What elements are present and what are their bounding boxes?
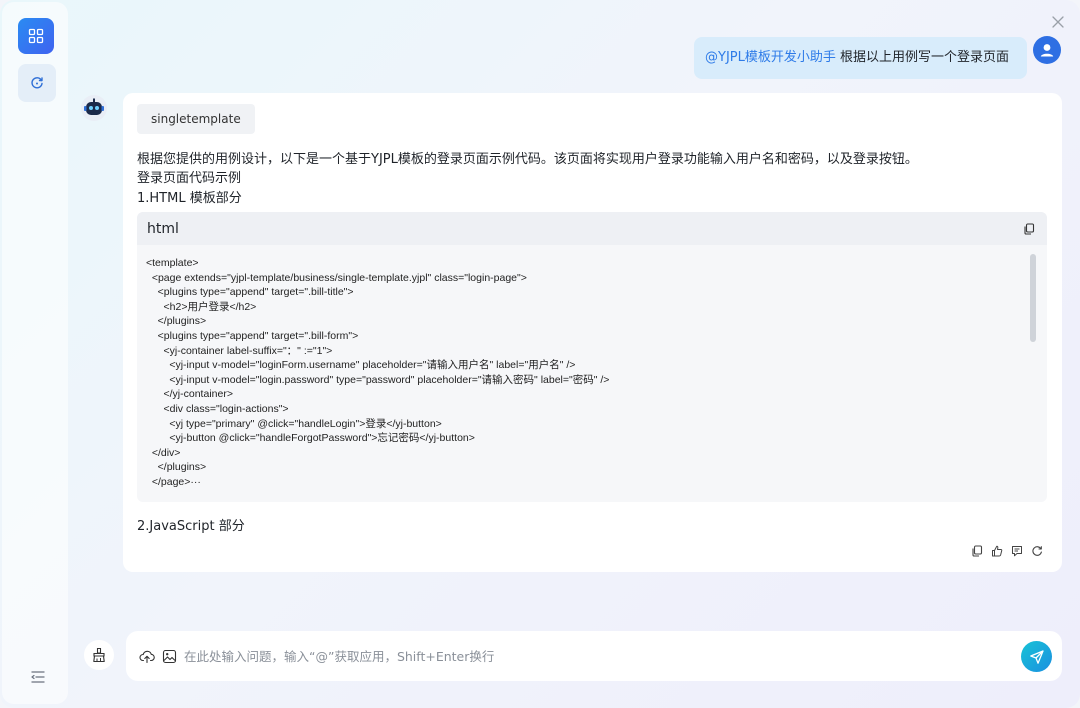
code-line: <plugins type="append" target=".bill-tit…	[146, 286, 354, 299]
close-icon[interactable]	[1050, 14, 1066, 30]
bot-message-card: singletemplate 根据您提供的用例设计，以下是一个基于YJPL模板的…	[123, 93, 1062, 572]
code-line: <yj type="primary" @click="handleLogin">…	[146, 417, 442, 430]
broom-icon[interactable]	[84, 640, 114, 670]
comment-icon[interactable]	[1010, 544, 1024, 558]
code-line: <template>	[146, 257, 199, 269]
code-content: <template> <page extends="yjpl-template/…	[146, 256, 1026, 490]
app-grid-icon[interactable]	[18, 18, 54, 54]
message-actions	[970, 544, 1044, 558]
code-line: </yj-container>	[146, 388, 233, 401]
code-line: <yj-button @click="handleForgotPassword"…	[146, 432, 475, 445]
section-js-title: 2.JavaScript 部分	[137, 519, 245, 534]
copy-icon[interactable]	[970, 544, 984, 558]
robot-icon	[80, 94, 108, 122]
user-message-text: 根据以上用例写一个登录页面	[835, 50, 1009, 65]
chat-input-box	[126, 631, 1062, 681]
code-header: html	[137, 212, 1047, 245]
code-line: <page extends="yjpl-template/business/si…	[146, 271, 527, 284]
menu-collapse-icon[interactable]	[28, 667, 48, 687]
copy-icon[interactable]	[1021, 221, 1037, 237]
cloud-upload-icon[interactable]	[139, 648, 155, 664]
code-line: <div class="login-actions">	[146, 402, 289, 415]
code-line: <yj-input v-model="loginForm.username" p…	[146, 359, 576, 372]
code-block: html <template> <page extends="yjpl-temp…	[137, 212, 1047, 502]
code-scrollbar[interactable]	[1030, 254, 1036, 342]
code-line: </div>	[146, 446, 181, 459]
code-line: <yj-container label-suffix="：" :="1">	[146, 344, 333, 357]
code-line: <plugins type="append" target=".bill-for…	[146, 329, 359, 342]
code-language: html	[147, 220, 179, 237]
thumbs-up-icon[interactable]	[990, 544, 1004, 558]
code-line: <h2>用户登录</h2>	[146, 300, 257, 313]
code-line: </page>···	[146, 475, 201, 488]
user-message-bubble: @YJPL模板开发小助手 根据以上用例写一个登录页面	[694, 37, 1027, 79]
send-icon	[1029, 649, 1044, 664]
bot-heading: 登录页面代码示例	[137, 171, 242, 186]
chat-refresh-icon[interactable]	[18, 64, 56, 102]
left-rail	[2, 2, 68, 704]
bot-intro-text: 根据您提供的用例设计，以下是一个基于YJPL模板的登录页面示例代码。该页面将实现…	[137, 152, 918, 167]
section-html-title: 1.HTML 模板部分	[137, 191, 242, 206]
code-line: </plugins>	[146, 315, 207, 328]
code-line: </plugins>	[146, 461, 207, 474]
user-icon	[1033, 36, 1061, 64]
image-icon[interactable]	[161, 648, 177, 664]
refresh-icon[interactable]	[1030, 544, 1044, 558]
send-button[interactable]	[1021, 641, 1052, 672]
template-tag[interactable]: singletemplate	[137, 104, 255, 134]
chat-input[interactable]	[184, 644, 1004, 668]
code-line: <yj-input v-model="login.password" type=…	[146, 373, 610, 386]
app-window: @YJPL模板开发小助手 根据以上用例写一个登录页面 singletemplat…	[0, 0, 1080, 708]
mention-link[interactable]: @YJPL模板开发小助手	[705, 50, 836, 65]
